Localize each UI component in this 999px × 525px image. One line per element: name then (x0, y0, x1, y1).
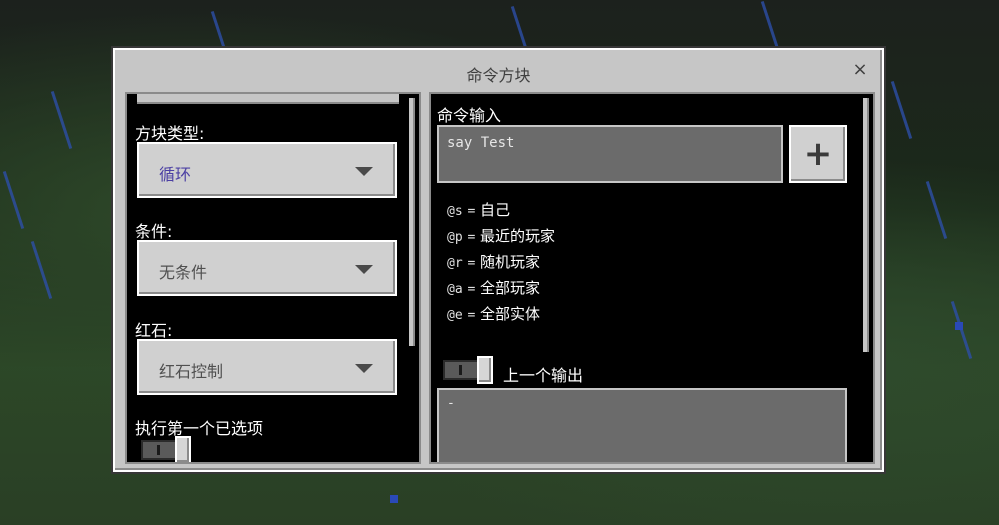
rain-splash (955, 322, 963, 330)
rain-splash (390, 495, 398, 503)
chevron-down-icon (355, 364, 373, 373)
command-panel: 命令输入 say Test + @s = 自己 @p = 最近的玩家 @r = … (429, 92, 875, 464)
previous-output-field: - (437, 388, 847, 462)
redstone-dropdown[interactable]: 红石控制 (137, 339, 397, 395)
command-block-dialog: 命令方块 × 方块类型: 循环 条件: 无条件 红石: 红石控制 执行第一个已选… (113, 48, 884, 472)
previous-output-toggle[interactable] (443, 356, 495, 384)
list-item: @s = 自己 (447, 201, 511, 219)
right-scrollbar[interactable] (863, 98, 869, 352)
condition-dropdown[interactable]: 无条件 (137, 240, 397, 296)
rain-streak (2, 171, 25, 229)
previous-output-label: 上一个输出 (503, 366, 584, 385)
toggle-knob (477, 356, 493, 384)
rain-streak (50, 91, 73, 149)
rain-streak (890, 81, 913, 139)
settings-panel: 方块类型: 循环 条件: 无条件 红石: 红石控制 执行第一个已选项 (125, 92, 421, 464)
scrolled-control-edge (137, 94, 399, 104)
list-item: @a = 全部玩家 (447, 279, 541, 297)
close-icon[interactable]: × (852, 61, 868, 79)
chevron-down-icon (355, 167, 373, 176)
command-input-label: 命令输入 (437, 106, 502, 125)
add-command-button[interactable]: + (789, 125, 847, 183)
block-type-dropdown[interactable]: 循环 (137, 142, 397, 198)
condition-value: 无条件 (159, 263, 208, 282)
dialog-title: 命令方块 (466, 66, 531, 85)
condition-label: 条件: (135, 222, 173, 241)
chevron-down-icon (355, 265, 373, 274)
command-input[interactable]: say Test (437, 125, 783, 183)
redstone-label: 红石: (135, 321, 173, 340)
left-scrollbar[interactable] (409, 98, 415, 346)
rain-streak (925, 181, 948, 239)
block-type-label: 方块类型: (135, 124, 205, 143)
list-item: @p = 最近的玩家 (447, 227, 556, 245)
block-type-value: 循环 (159, 165, 192, 184)
redstone-value: 红石控制 (159, 362, 224, 381)
selector-help-list: @s = 自己 @p = 最近的玩家 @r = 随机玩家 @a = 全部玩家 @… (447, 198, 555, 328)
toggle-knob (175, 436, 191, 462)
execute-first-toggle[interactable] (141, 436, 193, 462)
rain-streak (30, 241, 53, 299)
rain-streak (950, 301, 973, 359)
list-item: @r = 随机玩家 (447, 253, 541, 271)
list-item: @e = 全部实体 (447, 305, 541, 323)
